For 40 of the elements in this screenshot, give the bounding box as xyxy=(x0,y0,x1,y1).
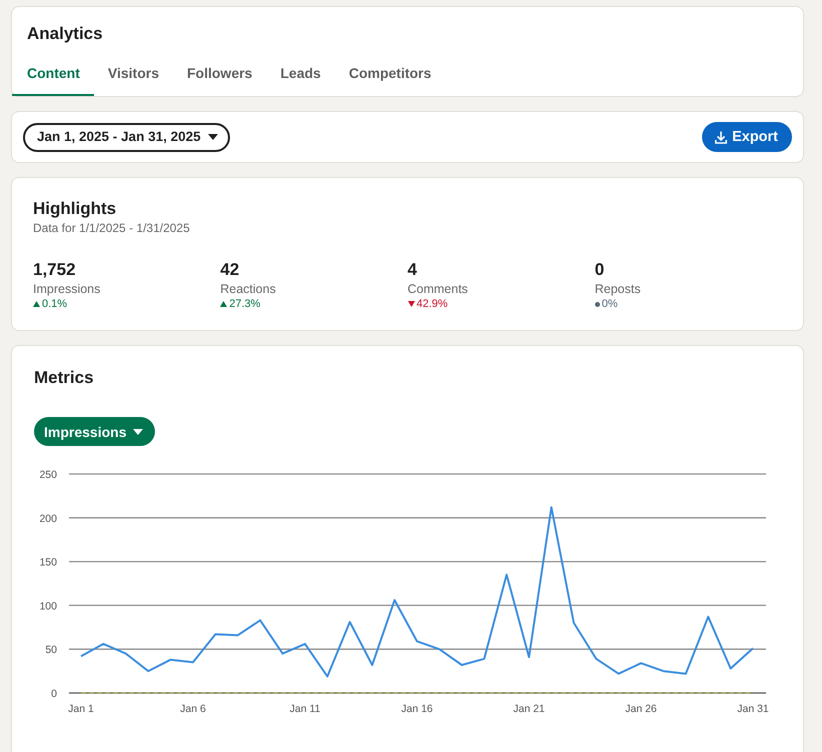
y-axis-label: 150 xyxy=(39,556,57,569)
section-title: Metrics xyxy=(34,367,95,389)
stat-value: 4 xyxy=(408,259,418,281)
y-axis-label: 250 xyxy=(39,469,57,481)
stat-change: 0.1% xyxy=(42,297,68,311)
y-axis-label: 50 xyxy=(45,644,57,656)
tab[interactable]: Leads xyxy=(266,52,335,96)
x-axis-label: Jan 21 xyxy=(513,703,545,715)
x-axis-label: Jan 6 xyxy=(180,703,206,715)
x-axis-label: Jan 11 xyxy=(290,703,320,715)
date-range-dropdown[interactable]: Jan 1, 2025 - Jan 31, 2025 xyxy=(23,122,230,152)
stat-change: 27.3% xyxy=(229,297,260,311)
download-icon xyxy=(715,130,728,144)
stat-value: 1,752 xyxy=(33,259,77,281)
tab[interactable]: Competitors xyxy=(334,52,446,96)
stat-label: Comments xyxy=(408,281,469,297)
stat-value: 42 xyxy=(220,259,240,281)
stat-label: Impressions xyxy=(33,281,102,297)
stat-change: 42.9% xyxy=(416,297,448,311)
x-axis-label: Jan 26 xyxy=(625,703,657,715)
date-subtitle: Data for 1/1/2025 - 1/31/2025 xyxy=(33,220,191,236)
y-axis-label: 100 xyxy=(39,600,57,612)
caret-down-icon xyxy=(133,428,144,434)
stat-value: 0 xyxy=(594,259,606,281)
x-axis-label: Jan 31 xyxy=(737,703,769,715)
metric-dropdown[interactable]: Impressions xyxy=(34,417,156,446)
x-axis-label: Jan 16 xyxy=(401,703,433,715)
tab[interactable]: Followers xyxy=(173,52,266,96)
page-title: Analytics xyxy=(26,23,104,45)
tab[interactable]: Content xyxy=(12,52,94,96)
stat-label: Reactions xyxy=(220,281,277,297)
y-axis-label: 0 xyxy=(51,688,57,700)
caret-down-icon xyxy=(208,134,218,140)
stat-change: 0% xyxy=(602,297,618,311)
stat-label: Reposts xyxy=(594,281,642,297)
tab[interactable]: Visitors xyxy=(94,52,173,96)
export-button[interactable]: Export xyxy=(702,122,792,152)
y-axis-label: 200 xyxy=(39,512,57,525)
section-title: Highlights xyxy=(33,198,118,220)
x-axis-label: Jan 1 xyxy=(68,703,94,715)
